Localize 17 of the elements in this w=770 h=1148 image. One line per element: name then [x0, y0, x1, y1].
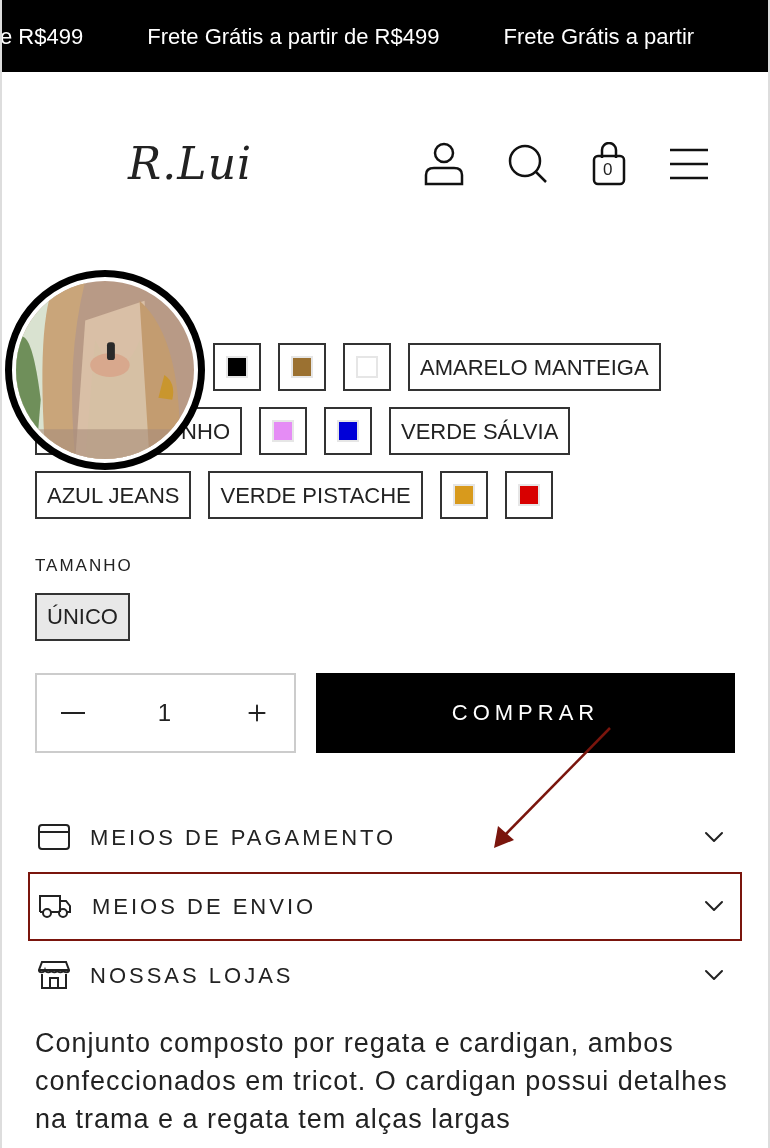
cart-count: 0 [603, 159, 613, 180]
color-option[interactable]: VERDE SÁLVIA [389, 407, 571, 455]
logo[interactable]: R.Lui [128, 130, 253, 197]
accordion-item[interactable]: NOSSAS LOJAS [28, 940, 742, 1010]
buy-button[interactable]: COMPRAR [316, 672, 735, 753]
product-description: Conjunto composto por regata e cardigan, ambos confeccionados em tricot. O cardigan possui detalhes na trama e a regata tem alças largas [34, 1026, 729, 1136]
color-option[interactable]: VERDE PISTACHE [208, 471, 423, 519]
announcement-text: Frete Grátis a partir [503, 22, 695, 51]
quantity-value: 1 [157, 697, 172, 728]
accordion-item[interactable]: MEIOS DE PAGAMENTO [28, 802, 742, 872]
color-option[interactable]: AMARELO MANTEIGA [408, 343, 661, 391]
accordion-item[interactable]: MEIOS DE ENVIO [28, 871, 742, 941]
size-label: TAMANHO [35, 555, 134, 577]
cart-button[interactable]: 0 [592, 141, 626, 186]
announcement-text: Frete Grátis a partir de R$499 [147, 22, 440, 51]
size-option[interactable]: ÚNICO [35, 592, 130, 641]
color-option[interactable]: AZUL JEANS [35, 471, 192, 519]
